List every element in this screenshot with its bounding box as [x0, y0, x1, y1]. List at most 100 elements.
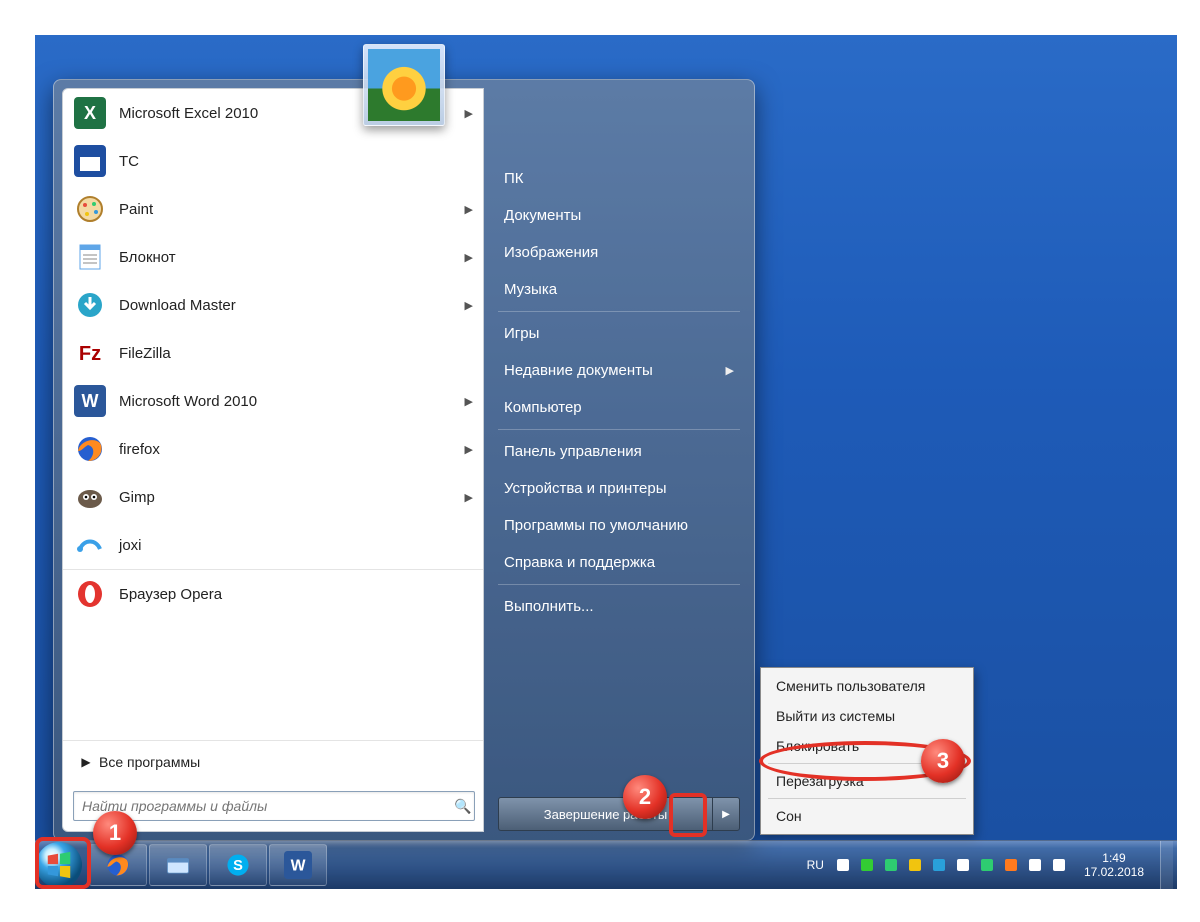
bar-green-icon[interactable] [978, 856, 996, 874]
start-menu-right-list: ПКДокументыИзображенияМузыкаИгрыНедавние… [498, 160, 740, 625]
taskbar-item[interactable] [89, 844, 147, 886]
volume-icon[interactable] [1050, 856, 1068, 874]
shutdown-submenu-item[interactable]: Выйти из системы [764, 701, 970, 731]
start-right-item[interactable]: Изображения [498, 234, 740, 271]
program-item-word[interactable]: W Microsoft Word 2010▶ [63, 377, 483, 425]
program-item-label: Paint [119, 201, 465, 218]
start-right-item-label: Компьютер [504, 399, 582, 416]
chevron-right-icon: ▶ [465, 203, 473, 216]
shutdown-button[interactable]: Завершение работы [498, 797, 712, 831]
chevron-right-icon: ▶ [722, 809, 730, 820]
paint-icon [73, 192, 107, 226]
arrow-orange-icon[interactable] [1002, 856, 1020, 874]
program-item-tc[interactable]: TC [63, 137, 483, 185]
start-right-item-label: Панель управления [504, 443, 642, 460]
gimp-icon [73, 480, 107, 514]
chevron-right-icon: ▶ [465, 299, 473, 312]
chevron-right-icon: ▶ [726, 364, 734, 377]
start-right-item-label: Выполнить... [504, 598, 594, 615]
desktop-screenshot: XMicrosoft Excel 2010▶TCPaint▶Блокнот▶Do… [35, 35, 1177, 889]
menu-separator [498, 311, 740, 312]
shutdown-submenu-item[interactable]: Сон [764, 801, 970, 831]
firefox-icon [73, 432, 107, 466]
all-programs-arrow-icon: ▶ [73, 755, 99, 769]
search-row: 🔍 [63, 783, 483, 831]
program-item-firefox[interactable]: firefox▶ [63, 425, 483, 473]
start-right-item[interactable]: Музыка [498, 271, 740, 308]
start-right-item-label: Музыка [504, 281, 557, 298]
start-right-item-label: Устройства и принтеры [504, 480, 666, 497]
search-input[interactable] [74, 798, 452, 814]
menu-separator [498, 584, 740, 585]
start-right-item[interactable]: Игры [498, 315, 740, 352]
joxi-icon [73, 528, 107, 562]
show-desktop-button[interactable] [1160, 841, 1173, 889]
shutdown-submenu-item[interactable]: Блокировать [764, 731, 970, 761]
language-indicator[interactable]: RU [803, 858, 828, 872]
start-right-item[interactable]: Документы [498, 197, 740, 234]
all-programs-label: Все программы [99, 754, 200, 770]
start-button[interactable] [36, 842, 82, 888]
clock-time: 1:49 [1084, 851, 1144, 865]
word-icon: W [73, 384, 107, 418]
program-item-opera[interactable]: Браузер Opera [63, 569, 483, 618]
shutdown-submenu-item[interactable]: Перезагрузка [764, 766, 970, 796]
notepad-icon [73, 240, 107, 274]
start-right-item[interactable]: Выполнить... [498, 588, 740, 625]
tray-up-icon[interactable] [834, 856, 852, 874]
program-item-label: Microsoft Word 2010 [119, 393, 465, 410]
filezilla-icon: Fz [73, 336, 107, 370]
search-box[interactable]: 🔍 [73, 791, 475, 821]
menu-separator [498, 429, 740, 430]
menu-separator [768, 763, 966, 764]
start-right-item-label: Документы [504, 207, 581, 224]
shutdown-label: Завершение работы [544, 807, 667, 822]
tray-icons [834, 856, 1068, 874]
all-programs-button[interactable]: ▶ Все программы [63, 740, 483, 783]
program-item-label: Microsoft Excel 2010 [119, 105, 465, 122]
clock[interactable]: 1:49 17.02.2018 [1074, 851, 1154, 879]
start-right-item[interactable]: Компьютер [498, 389, 740, 426]
square-green-icon[interactable] [882, 856, 900, 874]
program-item-joxi[interactable]: joxi [63, 521, 483, 569]
chevron-right-icon: ▶ [465, 443, 473, 456]
start-right-item[interactable]: ПК [498, 160, 740, 197]
windows-logo-icon [44, 850, 74, 880]
start-right-item[interactable]: Устройства и принтеры [498, 470, 740, 507]
square-yellow-icon[interactable] [906, 856, 924, 874]
chevron-right-icon: ▶ [465, 395, 473, 408]
flag-icon[interactable] [954, 856, 972, 874]
program-item-excel[interactable]: X Microsoft Excel 2010▶ [63, 89, 483, 137]
telegram-icon[interactable] [930, 856, 948, 874]
shutdown-row: Завершение работы ▶ [498, 796, 740, 832]
explorer-icon [164, 851, 192, 879]
start-right-item-label: Справка и поддержка [504, 554, 655, 571]
network-icon[interactable] [1026, 856, 1044, 874]
program-item-dm[interactable]: Download Master▶ [63, 281, 483, 329]
program-item-label: Download Master [119, 297, 465, 314]
taskbar-item[interactable]: S [209, 844, 267, 886]
svg-text:X: X [84, 103, 96, 123]
chevron-right-icon: ▶ [465, 107, 473, 120]
start-right-item[interactable]: Программы по умолчанию [498, 507, 740, 544]
start-right-item[interactable]: Недавние документы ▶ [498, 352, 740, 389]
program-item-notepad[interactable]: Блокнот▶ [63, 233, 483, 281]
safe-remove-icon[interactable] [858, 856, 876, 874]
taskbar-item[interactable] [149, 844, 207, 886]
program-item-paint[interactable]: Paint▶ [63, 185, 483, 233]
excel-icon: X [73, 96, 107, 130]
taskbar-item[interactable]: W [269, 844, 327, 886]
start-right-item-label: Недавние документы [504, 362, 653, 379]
search-icon: 🔍 [452, 798, 474, 815]
taskbar: SW RU 1:49 17.02.2018 [35, 840, 1177, 889]
chevron-right-icon: ▶ [465, 491, 473, 504]
shutdown-options-button[interactable]: ▶ [712, 797, 740, 831]
menu-separator [768, 798, 966, 799]
start-right-item-label: Программы по умолчанию [504, 517, 688, 534]
program-item-filezilla[interactable]: FzFileZilla [63, 329, 483, 377]
word-icon: W [284, 851, 312, 879]
program-item-gimp[interactable]: Gimp▶ [63, 473, 483, 521]
shutdown-submenu-item[interactable]: Сменить пользователя [764, 671, 970, 701]
start-right-item[interactable]: Справка и поддержка [498, 544, 740, 581]
start-right-item[interactable]: Панель управления [498, 433, 740, 470]
